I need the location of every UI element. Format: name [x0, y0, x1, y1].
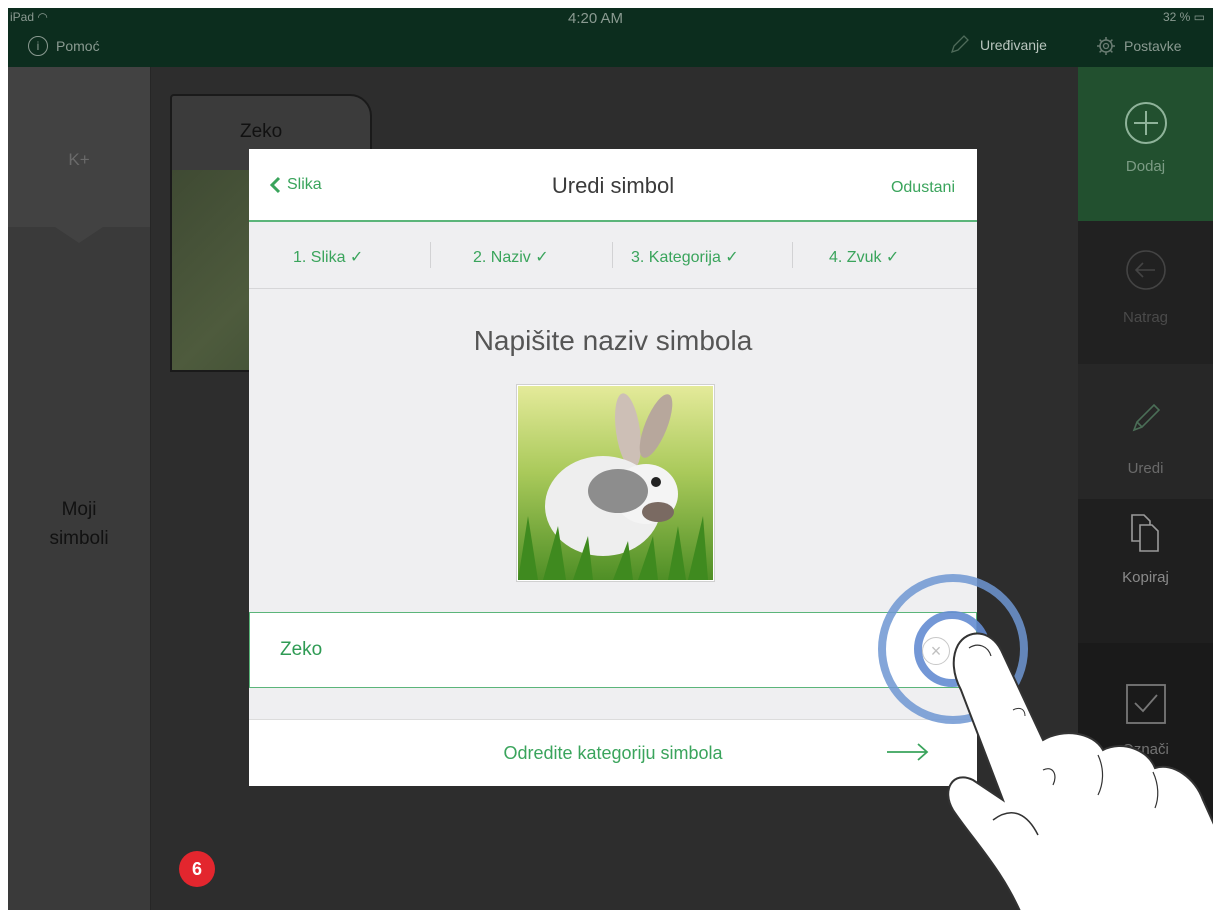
copy-icon — [1130, 514, 1159, 552]
settings-button[interactable]: Postavke — [1096, 36, 1182, 56]
app-frame: iPad ◠ 4:20 AM 32 % ▭ i Pomoć Uređivanje… — [8, 8, 1213, 910]
battery-indicator: 32 % ▭ — [1163, 10, 1205, 24]
gear-icon — [1097, 37, 1115, 55]
battery-percent: 32 % — [1162, 10, 1191, 24]
back-button[interactable]: Natrag — [1078, 221, 1213, 364]
sidebar-item-kplus-label: K+ — [68, 150, 90, 169]
step-category[interactable]: 3. Kategorija ✓ — [631, 247, 739, 267]
step-divider — [792, 242, 793, 268]
step-divider — [430, 242, 431, 268]
info-icon: i — [28, 36, 48, 56]
step-name[interactable]: 2. Naziv ✓ — [473, 247, 549, 267]
step-number-badge: 6 — [179, 851, 215, 887]
pencil-icon — [1132, 403, 1160, 432]
check-icon: ✓ — [885, 249, 900, 266]
edit-button[interactable]: Uredi — [1078, 364, 1213, 499]
back-label: Natrag — [1122, 309, 1169, 326]
battery-icon: ▭ — [1193, 10, 1205, 24]
symbol-card-title: Zeko — [240, 121, 283, 142]
symbol-image — [516, 384, 715, 582]
edit-mode-label: Uređivanje — [980, 37, 1047, 53]
instruction-heading: Napišite naziv simbola — [473, 325, 753, 356]
step-label: 3. Kategorija — [631, 249, 721, 266]
add-button[interactable]: Dodaj — [1078, 67, 1213, 221]
pencil-icon — [950, 35, 969, 54]
sidebar-item-moji-simboli[interactable]: Moji simboli — [8, 495, 150, 553]
step-label: 1. Slika — [293, 249, 346, 266]
clock: 4:20 AM — [568, 10, 624, 27]
pointing-hand-icon — [947, 632, 1213, 910]
settings-label: Postavke — [1124, 38, 1182, 54]
step-label: 4. Zvuk — [829, 249, 882, 266]
next-step-label: Odredite kategoriju simbola — [503, 743, 723, 763]
symbol-name-input[interactable]: Zeko × — [249, 612, 977, 688]
device-label: iPad ◠ — [10, 10, 48, 24]
cancel-button[interactable]: Odustani — [891, 179, 955, 197]
check-icon: ✓ — [725, 249, 739, 266]
edit-mode-button[interactable]: Uređivanje — [948, 34, 1047, 56]
help-button[interactable]: i Pomoć — [28, 36, 100, 56]
rabbit-photo — [518, 386, 713, 580]
step-image[interactable]: 1. Slika ✓ — [293, 247, 363, 267]
next-step-button[interactable]: Odredite kategoriju simbola — [249, 719, 977, 786]
dialog-title: Uredi simbol — [551, 173, 675, 198]
arrow-left-circle-icon — [1125, 250, 1166, 290]
selected-indicator — [55, 227, 103, 243]
category-label-line1: Moji — [61, 499, 97, 520]
add-label: Dodaj — [1125, 158, 1166, 175]
device-name: iPad — [10, 10, 35, 24]
sidebar-item-kplus[interactable]: K+ — [8, 67, 150, 227]
copy-label: Kopiraj — [1122, 569, 1169, 586]
wifi-icon: ◠ — [37, 10, 48, 24]
sidebar-divider — [150, 67, 151, 910]
status-bar: iPad ◠ 4:20 AM 32 % ▭ i Pomoć Uređivanje… — [8, 8, 1213, 67]
category-sidebar: K+ Moji simboli — [8, 67, 150, 910]
check-icon: ✓ — [349, 249, 364, 266]
wizard-steps: 1. Slika ✓ 2. Naziv ✓ 3. Kategorija ✓ 4.… — [249, 222, 977, 289]
category-label-line2: simboli — [49, 528, 109, 549]
step-divider — [612, 242, 613, 268]
dialog-header: Slika Uredi simbol Odustani — [249, 149, 977, 222]
plus-circle-icon — [1124, 102, 1167, 144]
edit-symbol-dialog: Slika Uredi simbol Odustani 1. Slika ✓ 2… — [249, 149, 977, 786]
edit-label: Uredi — [1127, 460, 1164, 477]
check-icon: ✓ — [535, 249, 549, 266]
step-sound[interactable]: 4. Zvuk ✓ — [829, 247, 899, 267]
arrow-right-icon — [887, 743, 929, 761]
symbol-name-value: Zeko — [280, 639, 323, 660]
help-label: Pomoć — [56, 38, 100, 54]
step-label: 2. Naziv — [473, 249, 531, 266]
